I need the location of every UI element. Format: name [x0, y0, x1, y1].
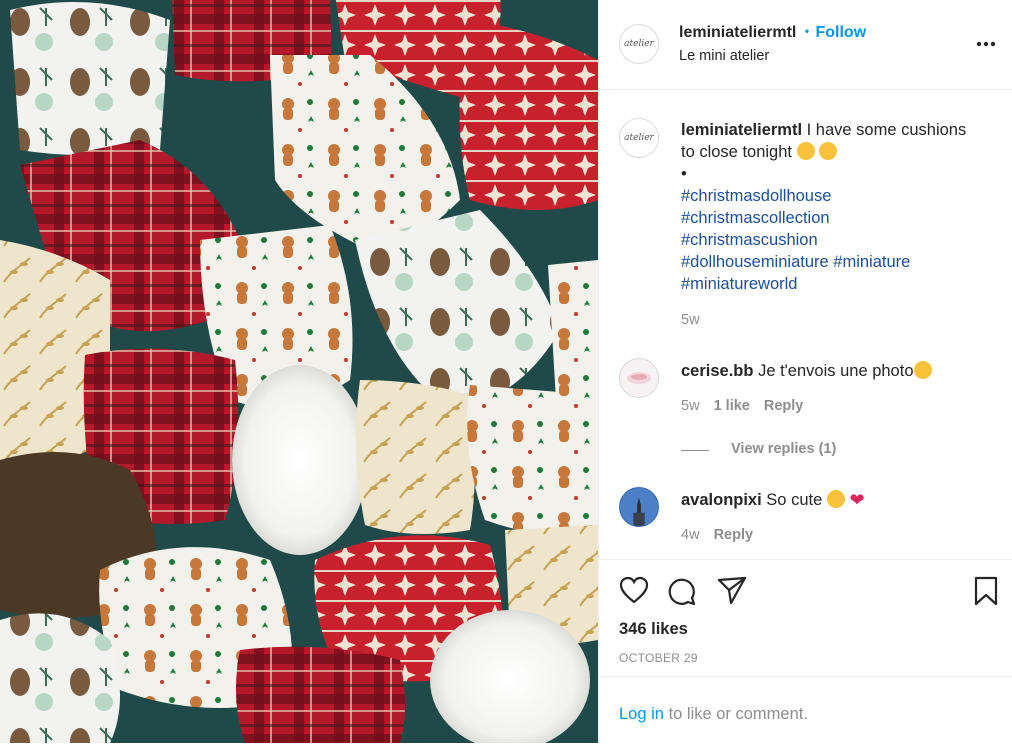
bookmark-icon[interactable]: [973, 576, 999, 611]
comment-2-time[interactable]: 4w: [681, 527, 700, 543]
caption-bullet: •: [681, 165, 687, 183]
caption: leminiateliermtl I have some cushions to…: [681, 119, 1001, 295]
post-photo[interactable]: [0, 0, 598, 743]
caption-username[interactable]: leminiateliermtl: [681, 121, 802, 139]
login-rest: to like or comment.: [668, 705, 808, 723]
post-container: atelier leminiateliermtl • Follow Le min…: [0, 0, 1012, 743]
header-username[interactable]: leminiateliermtl: [679, 24, 796, 41]
comment-1-reply-button[interactable]: Reply: [764, 398, 804, 414]
comment-icon[interactable]: [667, 576, 697, 611]
heart-eyes-emoji-icon: [826, 490, 845, 508]
post-date[interactable]: OCTOBER 29: [619, 651, 698, 665]
hashtag-1[interactable]: #christmasdollhouse: [681, 185, 1001, 207]
comments-list[interactable]: atelier leminiateliermtl I have some cus…: [599, 90, 1012, 559]
header-dot: •: [804, 24, 810, 38]
comment-1-username[interactable]: cerise.bb: [681, 362, 753, 380]
view-replies-button[interactable]: View replies (1): [731, 441, 836, 457]
header-location[interactable]: Le mini atelier: [679, 48, 769, 64]
hashtag-5[interactable]: #miniature: [833, 253, 910, 271]
comment-1-likes[interactable]: 1 like: [714, 398, 750, 414]
header-title-row: leminiateliermtl • Follow: [679, 24, 866, 42]
avalonpixi-avatar-image: [620, 488, 658, 526]
caption-text-2: to close tonight: [681, 143, 792, 161]
cushions-image: [0, 0, 598, 743]
hashtag-4[interactable]: #dollhouseminiature: [681, 253, 829, 271]
hashtag-6[interactable]: #miniatureworld: [681, 273, 1001, 295]
grinning-sweat-emoji-icon: [796, 142, 815, 160]
post-sidebar: atelier leminiateliermtl • Follow Le min…: [598, 0, 1012, 743]
comment-2-meta: 4w Reply: [681, 527, 753, 543]
hashtag-3[interactable]: #christmascushion: [681, 229, 1001, 251]
comment-1-time[interactable]: 5w: [681, 398, 700, 414]
likes-count[interactable]: 346 likes: [619, 620, 688, 639]
caption-text: I have some cushions: [806, 121, 967, 139]
caption-avatar[interactable]: atelier: [619, 118, 659, 158]
comment-2-username[interactable]: avalonpixi: [681, 491, 762, 509]
winking-emoji-icon: [819, 142, 838, 160]
comment-2: avalonpixi So cute ❤: [681, 489, 865, 511]
caption-time[interactable]: 5w: [681, 312, 700, 328]
joy-emoji-icon: [913, 361, 932, 379]
comment-1-text: Je t'envois une photo: [758, 362, 914, 380]
cerise-avatar[interactable]: [619, 358, 659, 398]
comment-1-meta: 5w 1 like Reply: [681, 398, 803, 414]
login-prompt: Log in to like or comment.: [599, 676, 1012, 744]
login-link[interactable]: Log in: [619, 705, 664, 723]
cerise-avatar-image: [627, 372, 651, 384]
action-bar: 346 likes OCTOBER 29: [599, 559, 1012, 677]
comment-2-text: So cute: [766, 491, 823, 509]
red-heart-icon: ❤: [849, 490, 865, 510]
caption-avatar-logo: atelier: [624, 132, 654, 143]
login-text-row: Log in to like or comment.: [619, 705, 808, 724]
heart-icon[interactable]: [619, 576, 649, 609]
comment-2-reply-button[interactable]: Reply: [714, 527, 754, 543]
more-options-icon[interactable]: [976, 34, 996, 52]
header-avatar[interactable]: atelier: [619, 24, 659, 64]
follow-button[interactable]: Follow: [815, 24, 866, 41]
comment-1: cerise.bb Je t'envois une photo: [681, 360, 932, 382]
avalonpixi-avatar[interactable]: [619, 487, 659, 527]
hashtag-2[interactable]: #christmascollection: [681, 207, 1001, 229]
avatar-logo: atelier: [624, 38, 654, 49]
view-replies-line: [681, 450, 709, 451]
post-header: atelier leminiateliermtl • Follow Le min…: [599, 0, 1012, 90]
share-icon[interactable]: [717, 576, 747, 609]
